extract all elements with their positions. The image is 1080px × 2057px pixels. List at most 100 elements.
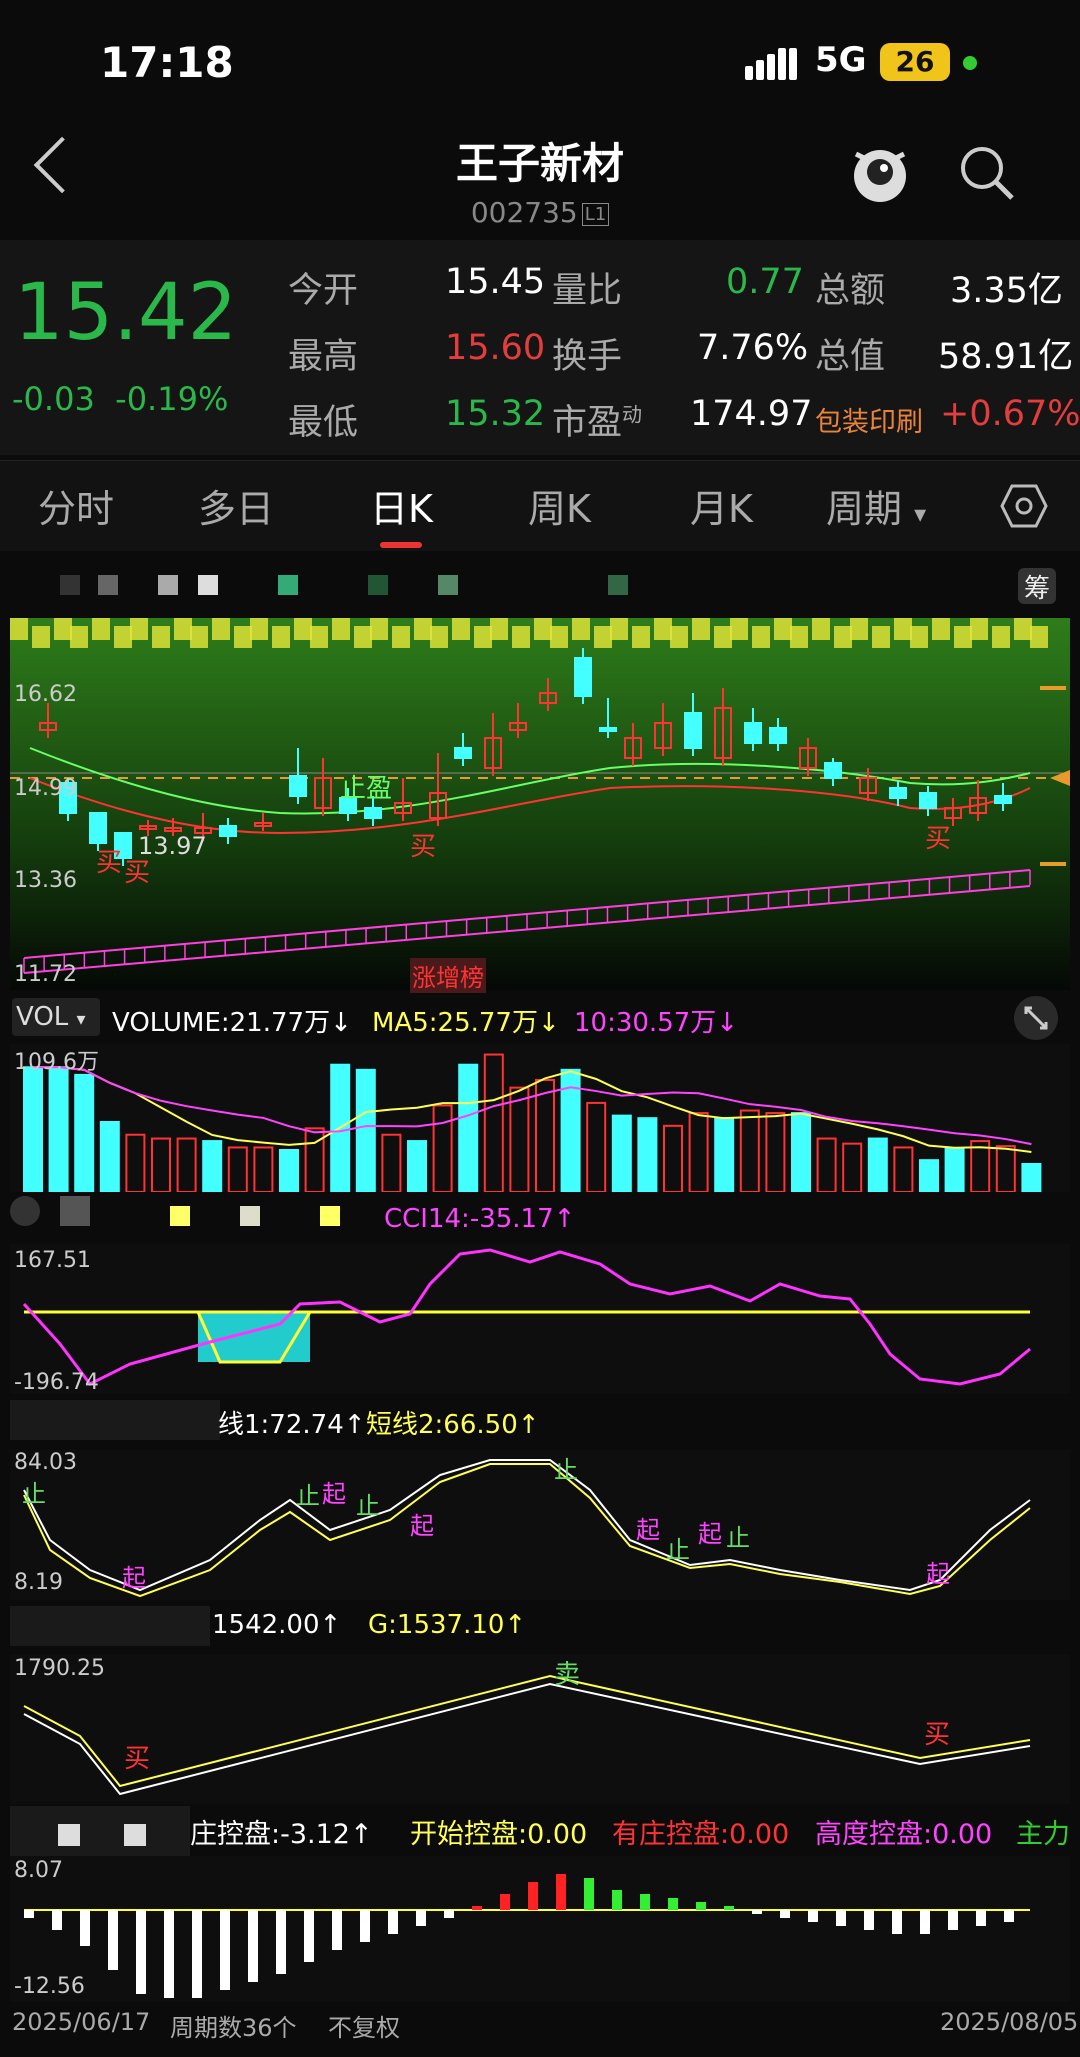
candle bbox=[769, 727, 787, 744]
candle bbox=[89, 812, 107, 844]
control-bar bbox=[780, 1910, 790, 1918]
indicator-block bbox=[670, 626, 688, 648]
adjust-mode[interactable]: 不复权 bbox=[328, 2008, 400, 2043]
indicator-block bbox=[512, 626, 530, 648]
tab-weekly-k[interactable]: 周K bbox=[528, 478, 591, 533]
date-start: 2025/06/17 bbox=[12, 2008, 151, 2036]
volume-ma10: 10:30.57万↓ bbox=[574, 1008, 739, 1038]
value-open: 15.45 bbox=[445, 262, 546, 302]
control-chart[interactable] bbox=[10, 1856, 1070, 2002]
control-bar bbox=[836, 1910, 846, 1926]
indicator-block bbox=[250, 618, 268, 640]
indicator-block bbox=[272, 626, 290, 648]
indicator-block bbox=[1030, 626, 1048, 648]
control-bar bbox=[164, 1910, 174, 1998]
control-bar bbox=[864, 1910, 874, 1930]
indicator-block bbox=[872, 626, 890, 648]
control-bar bbox=[1004, 1910, 1014, 1922]
indicator-block bbox=[32, 626, 50, 648]
control-bar bbox=[304, 1910, 314, 1962]
volume-bar bbox=[791, 1112, 811, 1192]
expand-icon[interactable] bbox=[1012, 994, 1060, 1042]
tab-multi-day[interactable]: 多日 bbox=[198, 478, 274, 533]
short-line-2: 短线2:66.50↑ bbox=[366, 1410, 540, 1440]
value-turnover-amount: 3.35亿 bbox=[950, 271, 1063, 311]
candle bbox=[889, 787, 907, 799]
pixelated-indicator-strip bbox=[20, 565, 1020, 605]
settings-icon[interactable] bbox=[1000, 482, 1048, 530]
indicator-block bbox=[654, 618, 672, 640]
indicator-block bbox=[572, 618, 590, 640]
indicator-block bbox=[932, 618, 950, 640]
cci-top-label: 167.51 bbox=[14, 1248, 91, 1273]
network-type: 5G bbox=[815, 40, 867, 80]
tab-monthly-k[interactable]: 月K bbox=[690, 478, 753, 533]
candle bbox=[364, 807, 382, 819]
control-bar bbox=[808, 1910, 818, 1922]
indicator-block bbox=[234, 626, 252, 648]
candle bbox=[684, 712, 702, 749]
last-price: 15.42 bbox=[14, 268, 238, 358]
control-bar bbox=[80, 1910, 90, 1946]
control-bar bbox=[472, 1906, 482, 1910]
g-line-chart[interactable] bbox=[10, 1654, 1070, 1804]
control-bar bbox=[248, 1910, 258, 1982]
pe-superscript: 动 bbox=[622, 402, 643, 427]
indicator-block bbox=[130, 618, 148, 640]
short-top-label: 84.03 bbox=[14, 1450, 77, 1475]
control-bar bbox=[668, 1898, 678, 1910]
chip-distribution-button[interactable]: 筹 bbox=[1018, 568, 1056, 604]
indicator-block bbox=[152, 626, 170, 648]
indicator-block bbox=[414, 618, 432, 640]
stock-name: 王子新材 bbox=[455, 139, 624, 188]
control-top-label: 8.07 bbox=[14, 1858, 63, 1883]
buy-signal: 买 bbox=[124, 1744, 151, 1774]
indicator-block bbox=[812, 618, 830, 640]
volume-max-label: 109.6万 bbox=[14, 1050, 99, 1075]
sector-change[interactable]: +0.67% bbox=[940, 394, 1080, 434]
cellular-signal-icon bbox=[745, 48, 800, 80]
cci-chart[interactable] bbox=[10, 1244, 1070, 1394]
buy-signal: 买 bbox=[124, 858, 151, 888]
assistant-icon[interactable] bbox=[850, 140, 910, 208]
kline-y-high: 16.62 bbox=[14, 682, 77, 707]
volume-chart[interactable] bbox=[10, 1044, 1070, 1192]
indicator-block bbox=[1014, 618, 1032, 640]
label-market-cap: 总值 bbox=[815, 337, 886, 377]
candle bbox=[219, 825, 237, 837]
tab-daily-k[interactable]: 日K bbox=[370, 478, 433, 533]
indicator-block bbox=[692, 618, 710, 640]
value-turnover-rate: 7.76% bbox=[697, 328, 809, 368]
label-turnover-amount: 总额 bbox=[815, 271, 886, 311]
tab-intraday[interactable]: 分时 bbox=[38, 478, 114, 533]
control-bar bbox=[416, 1910, 426, 1926]
short-line-chart[interactable] bbox=[10, 1450, 1070, 1600]
search-icon[interactable] bbox=[958, 144, 1018, 204]
tab-period[interactable]: 周期 ▾ bbox=[826, 478, 926, 533]
kline-chart[interactable] bbox=[10, 618, 1070, 990]
stop-tag: 止 bbox=[666, 1536, 690, 1564]
start-tag: 起 bbox=[636, 1516, 660, 1544]
control-value-4: 高度控盘:0.00 bbox=[815, 1819, 993, 1850]
volume-bar bbox=[637, 1117, 658, 1192]
control-bar bbox=[640, 1894, 650, 1910]
control-bar bbox=[388, 1910, 398, 1934]
indicator-block bbox=[392, 626, 410, 648]
indicator-selector-vol[interactable]: VOL ▾ bbox=[12, 998, 100, 1036]
stop-tag: 止 bbox=[22, 1480, 46, 1508]
rank-tag[interactable]: 涨增榜 bbox=[410, 958, 486, 993]
candle bbox=[289, 775, 307, 797]
buy-signal: 买 bbox=[410, 832, 437, 862]
control-bar bbox=[52, 1910, 62, 1930]
start-tag: 起 bbox=[410, 1512, 434, 1540]
indicator-block bbox=[910, 626, 928, 648]
short-bottom-label: 8.19 bbox=[14, 1570, 63, 1595]
stock-code-text: 002735 bbox=[470, 196, 578, 229]
label-low: 最低 bbox=[288, 403, 359, 443]
sector-name[interactable]: 包装印刷 bbox=[815, 400, 923, 439]
take-profit-signal: 止盈 bbox=[340, 774, 393, 804]
indicator-block bbox=[894, 618, 912, 640]
candle bbox=[574, 657, 592, 697]
start-tag: 起 bbox=[122, 1564, 146, 1592]
indicator-block bbox=[594, 626, 612, 648]
